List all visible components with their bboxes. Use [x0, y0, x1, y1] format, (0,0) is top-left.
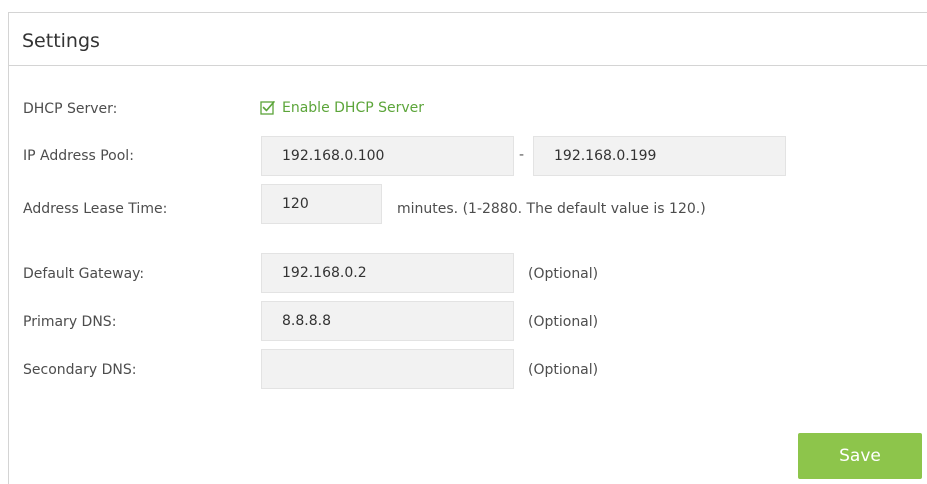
primary-dns-label: Primary DNS: — [23, 314, 117, 330]
lease-time-input[interactable]: 120 — [261, 184, 382, 224]
save-button[interactable]: Save — [798, 433, 922, 479]
page-title: Settings — [22, 30, 100, 52]
primary-dns-input[interactable]: 8.8.8.8 — [261, 301, 514, 341]
ip-pool-separator: - — [519, 147, 525, 163]
default-gateway-label: Default Gateway: — [23, 266, 145, 282]
secondary-dns-hint: (Optional) — [528, 362, 599, 378]
checkbox-checked-icon[interactable] — [260, 100, 276, 116]
default-gateway-hint: (Optional) — [528, 266, 599, 282]
lease-time-label: Address Lease Time: — [23, 201, 168, 217]
enable-dhcp-checkbox[interactable]: Enable DHCP Server — [260, 99, 424, 117]
ip-pool-end-input[interactable]: 192.168.0.199 — [533, 136, 786, 176]
secondary-dns-label: Secondary DNS: — [23, 362, 137, 378]
ip-pool-start-input[interactable]: 192.168.0.100 — [261, 136, 514, 176]
secondary-dns-input[interactable] — [261, 349, 514, 389]
enable-dhcp-label[interactable]: Enable DHCP Server — [282, 99, 424, 117]
ip-pool-label: IP Address Pool: — [23, 148, 134, 164]
settings-panel — [8, 12, 927, 484]
lease-time-hint: minutes. (1-2880. The default value is 1… — [397, 201, 706, 217]
dhcp-server-label: DHCP Server: — [23, 101, 118, 117]
primary-dns-hint: (Optional) — [528, 314, 599, 330]
title-divider — [9, 65, 927, 66]
default-gateway-input[interactable]: 192.168.0.2 — [261, 253, 514, 293]
